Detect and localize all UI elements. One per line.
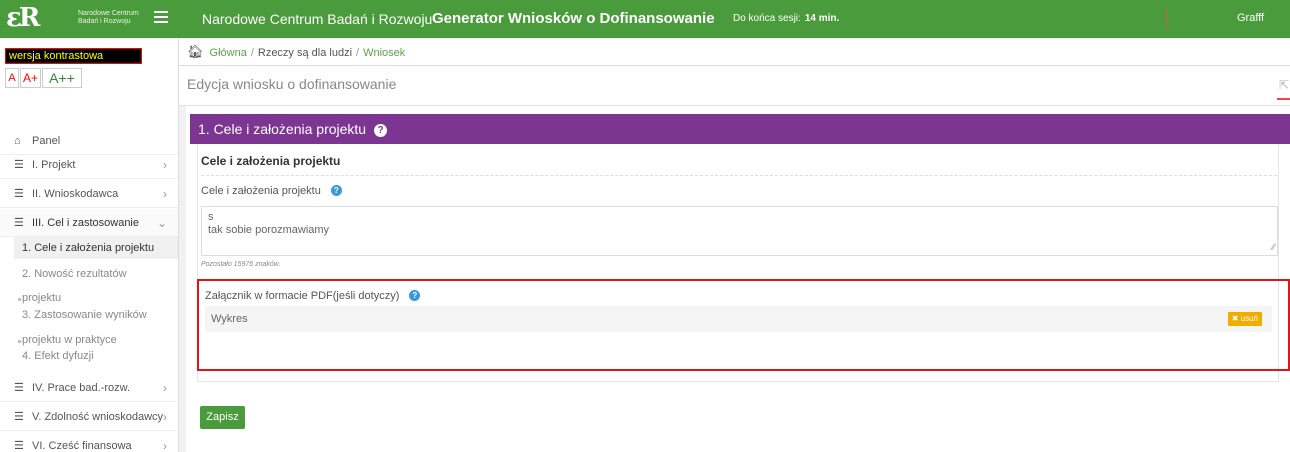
font-small-button[interactable]: A: [5, 68, 19, 88]
attachment-label: Załącznik w formacie PDF(jeśli dotyczy)?: [205, 290, 421, 302]
subitem-nowosc-line-2[interactable]: projektu: [22, 292, 61, 304]
home-icon[interactable]: 🏠︎: [187, 44, 204, 59]
delete-attachment-button[interactable]: ✖ usuń: [1227, 312, 1262, 326]
subitem-zastosowanie-line-1[interactable]: 3. Zastosowanie wyników: [22, 309, 147, 321]
question-icon[interactable]: ?: [374, 123, 388, 137]
subitem-zastosowanie-line-2[interactable]: projektu w praktyce: [22, 334, 117, 346]
ncbr-logo[interactable]: εR Narodowe Centrum Badań i Rozwoju: [4, 4, 174, 34]
breadcrumb: 🏠︎ Główna / Rzeczy są dla ludzi / Wniosek: [179, 38, 1290, 66]
sidebar-item-label: V. Zdolność wnioskodawcy: [32, 411, 164, 423]
logo-mark: εR: [6, 3, 40, 33]
sidebar-item-wnioskodawca[interactable]: ☰ II. Wnioskodawca ›: [0, 180, 178, 208]
save-button[interactable]: Zapisz: [200, 406, 245, 429]
sidebar-item-label: III. Cel i zastosowanie: [32, 217, 139, 229]
sidebar-item-projekt[interactable]: ☰ I. Projekt ›: [0, 151, 178, 179]
list-icon: ☰: [14, 217, 24, 229]
sidebar-item-cel-i-zastosowanie[interactable]: ☰ III. Cel i zastosowanie ⌄: [0, 209, 178, 237]
breadcrumb-home[interactable]: Główna: [210, 47, 247, 59]
expand-underline: [1277, 98, 1290, 100]
breadcrumb-project[interactable]: Rzeczy są dla ludzi: [258, 47, 352, 59]
chevron-right-icon: ›: [163, 187, 167, 201]
breadcrumb-current[interactable]: Wniosek: [363, 47, 405, 59]
sidebar-item-label: II. Wnioskodawca: [32, 188, 119, 200]
goals-label-text: Cele i założenia projektu: [201, 185, 321, 197]
chevron-right-icon: ›: [163, 410, 167, 424]
sidebar-item-finansowa[interactable]: ☰ VI. Cześć finansowa ›: [0, 432, 178, 452]
sidebar-item-zdolnosc[interactable]: ☰ V. Zdolność wnioskodawcy ›: [0, 403, 178, 431]
goals-textarea[interactable]: s tak sobie porozmawiamy ∕∕: [201, 206, 1278, 256]
user-menu[interactable]: Grafff: [1237, 12, 1264, 24]
sidebar-item-label: Panel: [32, 135, 61, 147]
breadcrumb-separator: /: [250, 47, 254, 59]
logo-line-1: Narodowe Centrum: [78, 10, 139, 17]
section-header: 1. Cele i założenia projektu?: [190, 114, 1290, 144]
goals-text-line-2: tak sobie porozmawiamy: [208, 224, 330, 236]
font-large-button[interactable]: A++: [42, 68, 82, 88]
session-label: Do końca sesji:: [733, 13, 801, 24]
chars-remaining: Pozostało 15976 znaków.: [201, 261, 281, 268]
page-header: Edycja wniosku o dofinansowanie ⇱ —: [179, 66, 1290, 106]
subitem-nowosc-line-1[interactable]: 2. Nowość rezultatów: [22, 268, 127, 280]
bullet-icon: [18, 298, 21, 301]
goals-field-label: Cele i założenia projektu?: [201, 185, 342, 197]
subitem-cele-i-zalozenia[interactable]: 1. Cele i założenia projektu: [14, 237, 178, 259]
session-value: 14 min.: [804, 13, 840, 24]
page-title: Edycja wniosku o dofinansowanie: [187, 76, 397, 92]
subitem-efekt-dyfuzji[interactable]: 4. Efekt dyfuzji: [22, 350, 94, 362]
question-icon[interactable]: ?: [409, 290, 421, 301]
chevron-down-icon: ⌄: [156, 216, 167, 230]
sidebar-item-label: I. Projekt: [32, 159, 76, 171]
sidebar-item-label: IV. Prace bad.-rozw.: [32, 382, 131, 394]
close-icon: ✖: [1231, 314, 1239, 323]
panel-title: Cele i założenia projektu: [201, 154, 341, 168]
attachment-label-text: Załącznik w formacie PDF(jeśli dotyczy): [205, 290, 400, 302]
list-icon: ☰: [14, 440, 24, 452]
sidebar-item-label: VI. Cześć finansowa: [32, 440, 132, 452]
section-title: 1. Cele i założenia projektu: [198, 121, 367, 137]
sidebar: wersja kontrastowa A A+ A++ ⌂ Panel ☰ I. P…: [0, 38, 179, 452]
app-title: Narodowe Centrum Badań i Rozwoju: [202, 11, 433, 27]
session-timer: Do końca sesji: 14 min.: [733, 13, 839, 24]
list-icon: ☰: [14, 188, 24, 200]
top-separator: [1167, 8, 1168, 30]
list-icon: ☰: [14, 382, 24, 394]
delete-label: usuń: [1240, 314, 1258, 323]
list-icon: ☰: [14, 411, 24, 423]
contrast-toggle-button[interactable]: wersja kontrastowa: [5, 48, 142, 64]
attachment-file-row: Wykres ✖ usuń: [205, 306, 1272, 332]
top-bar: εR Narodowe Centrum Badań i Rozwoju Naro…: [0, 0, 1290, 38]
bullet-icon: [18, 340, 21, 343]
list-icon: ☰: [14, 159, 24, 171]
chevron-right-icon: ›: [163, 158, 167, 172]
attachment-file-name[interactable]: Wykres: [211, 313, 248, 325]
sidebar-item-prace[interactable]: ☰ IV. Prace bad.-rozw. ›: [0, 374, 178, 402]
chevron-right-icon: ›: [163, 439, 167, 452]
chevron-right-icon: ›: [163, 381, 167, 395]
menu-toggle-icon[interactable]: [154, 11, 168, 23]
resize-handle-icon[interactable]: ∕∕: [1272, 241, 1275, 254]
logo-line-2: Badań i Rozwoju: [78, 18, 131, 25]
question-icon[interactable]: ?: [330, 185, 342, 196]
font-medium-button[interactable]: A+: [20, 68, 41, 88]
goals-text-line-1: s: [208, 211, 214, 223]
generator-title: Generator Wniosków o Dofinansowanie: [432, 10, 715, 27]
expand-icon[interactable]: ⇱: [1279, 78, 1289, 92]
breadcrumb-separator: /: [356, 47, 360, 59]
logo-text: Narodowe Centrum Badań i Rozwoju: [78, 10, 139, 26]
divider: [201, 175, 1277, 176]
